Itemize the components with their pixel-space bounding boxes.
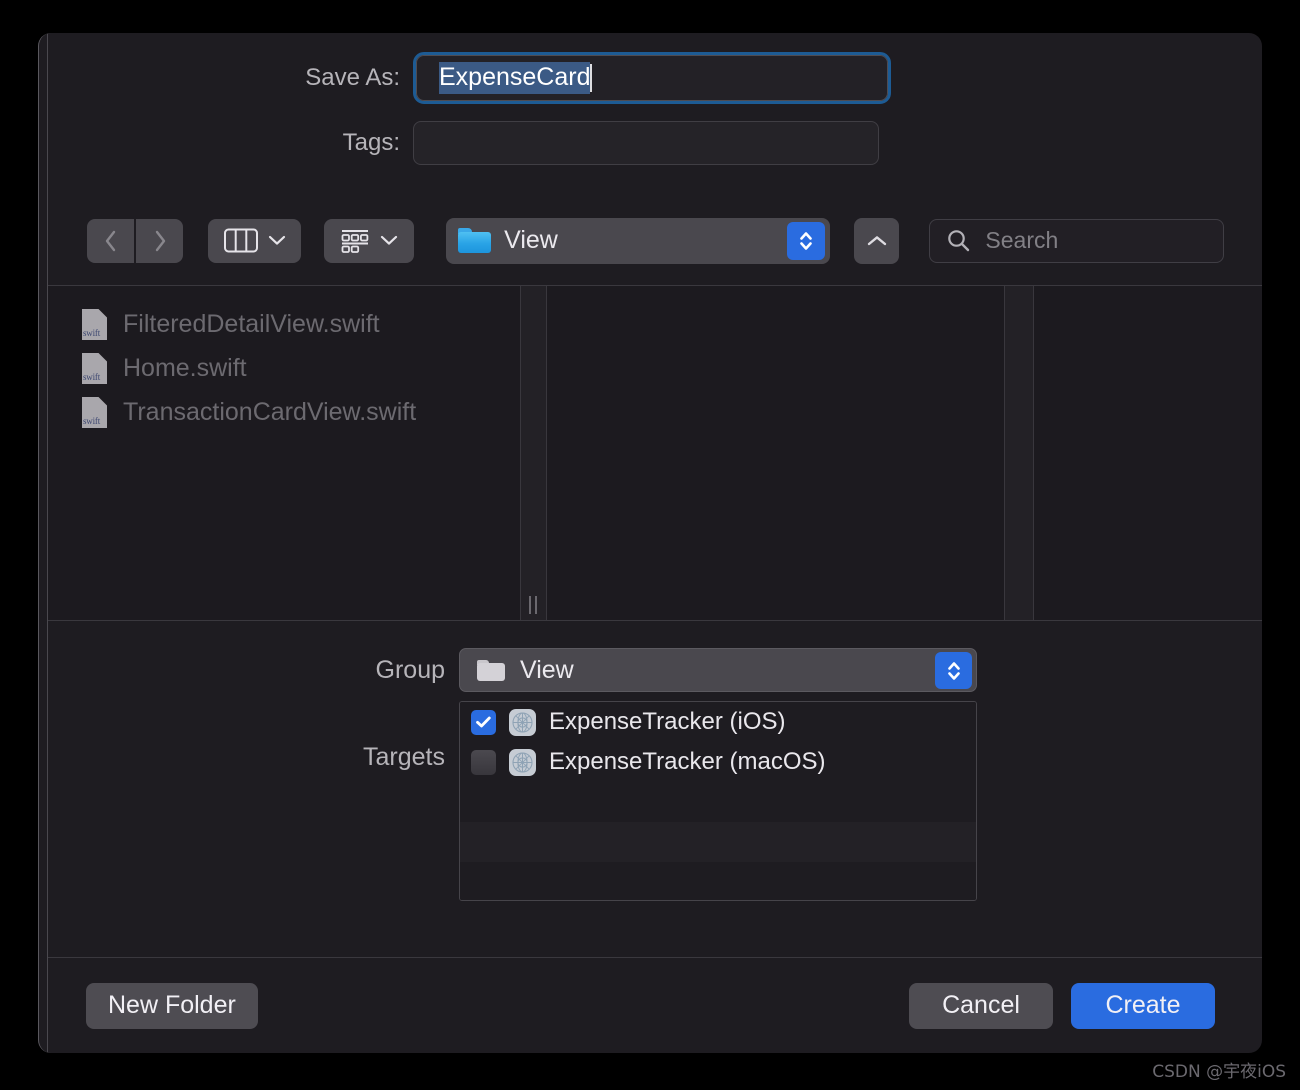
save-as-value: ExpenseCard	[439, 62, 591, 94]
file-name: FilteredDetailView.swift	[123, 309, 380, 338]
chevron-down-icon	[268, 235, 285, 245]
file-browser: swift FilteredDetailView.swift swift Hom…	[48, 286, 1262, 620]
file-column: swift FilteredDetailView.swift swift Hom…	[48, 286, 513, 620]
tags-row: Tags:	[39, 119, 1262, 167]
dialog-footer: New Folder Cancel Create	[39, 958, 1262, 1053]
path-popup-label: View	[504, 226, 558, 254]
swift-file-icon: swift	[82, 308, 107, 340]
swift-file-ext: swift	[83, 415, 101, 426]
targets-label: Targets	[363, 743, 445, 771]
targets-list[interactable]: ExpenseTracker (iOS) ExpenseTracker (mac…	[459, 701, 977, 901]
table-row[interactable]: ExpenseTracker (iOS)	[460, 702, 976, 742]
table-row[interactable]: ExpenseTracker (macOS)	[460, 742, 976, 782]
chevron-down-icon	[381, 235, 398, 245]
list-item[interactable]: swift Home.swift	[48, 346, 513, 390]
back-button[interactable]	[87, 218, 134, 263]
save-as-row: Save As: ExpenseCard	[39, 51, 1262, 105]
targets-row: Targets ExpenseTracker (iOS) ExpenseTrac…	[39, 701, 1262, 901]
forward-button[interactable]	[136, 218, 183, 263]
footer-actions: Cancel Create	[909, 982, 1215, 1029]
tags-label: Tags:	[342, 129, 400, 156]
list-item[interactable]: swift TransactionCardView.swift	[48, 390, 513, 434]
target-name: ExpenseTracker (macOS)	[549, 748, 826, 775]
chevron-up-icon	[867, 235, 886, 245]
save-as-field[interactable]: ExpenseCard	[416, 55, 888, 101]
swift-file-icon: swift	[82, 396, 107, 428]
tags-input[interactable]	[413, 121, 879, 165]
group-popup-button[interactable]: View	[459, 648, 977, 692]
swift-file-ext: swift	[83, 371, 101, 382]
swift-file-ext: swift	[83, 327, 101, 338]
target-checkbox-checked[interactable]	[471, 709, 496, 735]
group-by-button[interactable]	[324, 218, 415, 263]
view-mode-button[interactable]	[208, 218, 302, 263]
browser-toolbar: View Search	[39, 198, 1262, 283]
group-row: Group View	[39, 645, 1262, 695]
folder-gray-icon	[477, 659, 505, 681]
column-resize-handle[interactable]	[525, 596, 541, 614]
group-label: Group	[375, 655, 445, 684]
target-icon	[509, 708, 536, 736]
search-input[interactable]: Search	[929, 218, 1224, 263]
new-folder-button[interactable]: New Folder	[86, 982, 258, 1029]
save-dialog: Save As: ExpenseCard Tags: View Search s…	[38, 33, 1262, 1053]
target-icon	[509, 748, 536, 776]
list-item[interactable]: swift FilteredDetailView.swift	[48, 302, 513, 346]
column-view-icon	[223, 228, 258, 253]
path-stepper[interactable]	[787, 221, 826, 260]
column-scrollbar[interactable]	[521, 286, 546, 620]
folder-blue-icon	[458, 228, 492, 253]
column-scrollbar[interactable]	[1005, 286, 1033, 620]
watermark: CSDN @宇夜iOS	[1152, 1062, 1286, 1082]
search-icon	[948, 230, 970, 252]
search-placeholder: Search	[985, 227, 1059, 253]
group-stepper[interactable]	[935, 652, 972, 689]
column-divider	[1004, 286, 1005, 620]
column-divider	[546, 286, 547, 620]
save-as-label: Save As:	[305, 64, 400, 91]
file-name: Home.swift	[123, 353, 247, 382]
column-divider	[1033, 286, 1034, 620]
group-by-icon	[341, 229, 369, 253]
browser-divider	[48, 620, 1262, 621]
swift-file-icon: swift	[82, 352, 107, 384]
group-value: View	[520, 655, 574, 684]
cancel-button[interactable]: Cancel	[909, 982, 1053, 1029]
path-popup-button[interactable]: View	[446, 217, 831, 264]
table-row-empty	[460, 862, 976, 900]
create-button[interactable]: Create	[1071, 982, 1215, 1029]
navigation-buttons	[87, 218, 183, 263]
target-checkbox-unchecked[interactable]	[471, 749, 496, 775]
column-divider	[520, 286, 521, 620]
table-row-empty	[460, 822, 976, 862]
text-caret	[590, 64, 593, 92]
file-name: TransactionCardView.swift	[123, 397, 417, 426]
save-as-input[interactable]: ExpenseCard	[413, 52, 891, 104]
enclosing-folder-button[interactable]	[854, 217, 900, 264]
target-name: ExpenseTracker (iOS)	[549, 708, 786, 735]
table-row-empty	[460, 782, 976, 822]
